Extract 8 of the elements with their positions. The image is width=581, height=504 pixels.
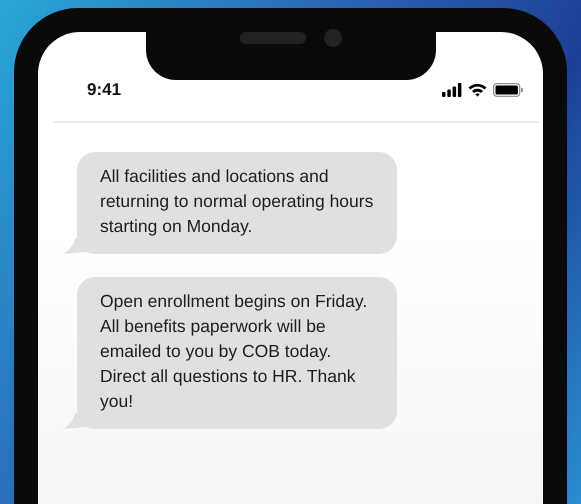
signal-icon [442, 82, 462, 96]
speaker-icon [240, 32, 306, 44]
message-text: Open enrollment begins on Friday. All benefits paperwork will be emailed to you by COB today. Direct all questions to HR. Thank you! [100, 291, 368, 411]
message-text: All facilities and locations and returning to normal operating hours starting on Monday. [100, 166, 374, 236]
camera-icon [324, 29, 342, 47]
wifi-icon [468, 82, 487, 96]
battery-icon [493, 82, 523, 96]
status-time: 9:41 [87, 80, 122, 100]
